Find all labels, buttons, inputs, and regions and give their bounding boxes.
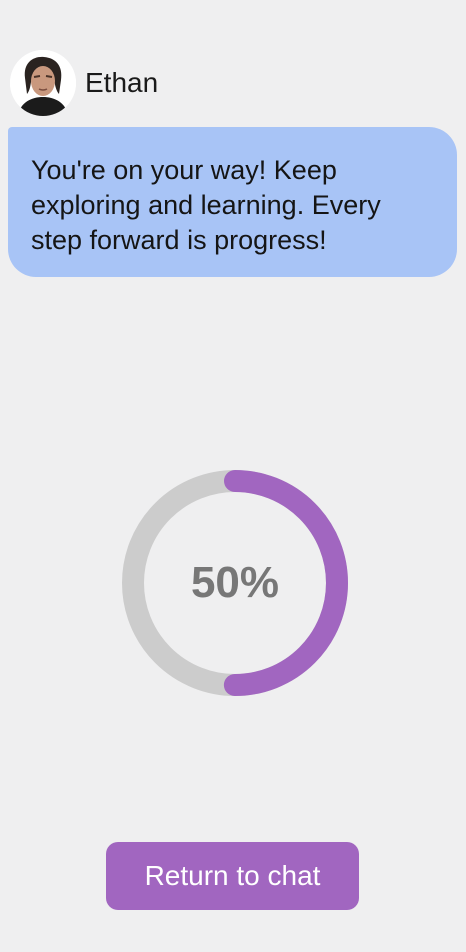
- avatar: [10, 50, 76, 116]
- message-text: You're on your way! Keep exploring and l…: [31, 155, 381, 255]
- chat-header: Ethan: [10, 50, 158, 116]
- contact-name: Ethan: [85, 67, 159, 98]
- user-portrait-icon: [10, 50, 76, 116]
- return-to-chat-button[interactable]: Return to chat: [106, 842, 359, 910]
- message-bubble: You're on your way! Keep exploring and l…: [8, 127, 457, 277]
- progress-percent: 50%: [190, 558, 280, 607]
- progress-ring: 50%: [110, 458, 360, 708]
